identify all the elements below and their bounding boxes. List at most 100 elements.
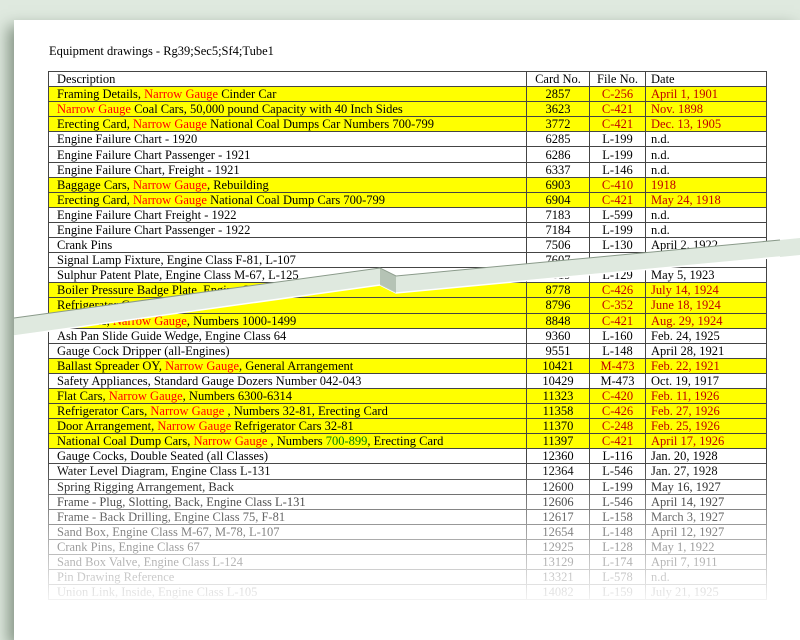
cell-card-no: 6286 bbox=[526, 146, 590, 163]
description-segment: Refrigerator Cars 32-81 bbox=[231, 419, 354, 434]
description-segment: Safety Appliances, Standard Gauge Dozers… bbox=[57, 373, 362, 388]
cell-file-no: M-473 bbox=[589, 357, 646, 374]
description-segment: Coal Cars, 50,000 pound Capacity with 40… bbox=[130, 102, 403, 117]
cell-card-no: 12617 bbox=[526, 508, 590, 525]
cell-card-no: 12360 bbox=[526, 448, 590, 465]
cell-card-no: 13129 bbox=[526, 553, 590, 571]
cell-card-no: 6285 bbox=[526, 131, 590, 148]
table-row: Sand Box, Engine Class M-67, M-78, L-107… bbox=[48, 523, 767, 540]
description-segment: , Numbers 32-81, Erecting Card bbox=[224, 404, 388, 419]
description-segment: , Numbers bbox=[267, 434, 326, 449]
cell-file-no: C-420 bbox=[589, 387, 646, 405]
cell-description: Erecting Card, Narrow Gauge National Coa… bbox=[48, 116, 527, 133]
description-segment: Framing Details, bbox=[57, 87, 145, 102]
table-row: Pin Drawing Reference 13321 L-578 n.d. bbox=[48, 569, 767, 586]
cell-card-no: 6903 bbox=[526, 176, 590, 193]
cell-description: Boiler Pressure Badge Plate, Engine Clas… bbox=[48, 282, 527, 299]
description-segment: Ballast Spreader OY, bbox=[57, 358, 166, 373]
description-segment: Engine Failure Chart Passenger - 1922 bbox=[57, 222, 251, 237]
description-segment: Refrigerator Cars, bbox=[57, 404, 151, 419]
cell-file-no: C-248 bbox=[589, 418, 646, 435]
cell-description: Ash Pan Slide Guide Wedge, Engine Class … bbox=[48, 327, 527, 344]
cell-file-no: L-160 bbox=[589, 327, 646, 344]
table-row: Ballast Spreader OY, Narrow Gauge, Gener… bbox=[48, 357, 767, 374]
description-segment: Narrow Gauge bbox=[133, 177, 207, 192]
cell-date: 1918 bbox=[645, 176, 767, 193]
description-segment: Coal Cars, bbox=[57, 313, 113, 328]
description-segment: Gauge Cock Dripper (all-Engines) bbox=[57, 343, 230, 358]
cell-card-no: 8848 bbox=[526, 312, 590, 329]
cell-file-no: L-174 bbox=[589, 553, 646, 571]
description-segment: Frame - Plug, Slotting, Back, Engine Cla… bbox=[57, 494, 306, 509]
description-segment: Signal Lamp Fixture, Engine Class F-81, … bbox=[57, 253, 296, 268]
description-segment: Engine Failure Chart - 1920 bbox=[57, 132, 198, 147]
table-row: Engine Failure Chart, Freight - 1921 6337… bbox=[48, 161, 767, 178]
cell-description: Frame - Plug, Slotting, Back, Engine Cla… bbox=[48, 493, 527, 510]
cell-description: Frame - Back Drilling, Engine Class 75, … bbox=[48, 508, 527, 525]
description-segment: Crank Pins, Engine Class 67 bbox=[57, 539, 200, 554]
description-segment: Engine Failure Chart, Freight - 1921 bbox=[57, 162, 240, 177]
description-segment: Narrow Gauge bbox=[57, 102, 131, 117]
header-description: Description bbox=[48, 70, 527, 88]
cell-file-no: C-421 bbox=[589, 312, 646, 329]
cell-date: Feb. 11, 1926 bbox=[645, 387, 767, 405]
description-segment: Narrow Gauge bbox=[157, 419, 232, 434]
cell-date: April 14, 1927 bbox=[645, 493, 767, 510]
cell-card-no: 12925 bbox=[526, 538, 590, 556]
cell-description: Engine Failure Chart - 1920 bbox=[48, 131, 527, 148]
description-segment: Narrow Gauge bbox=[193, 434, 268, 449]
cell-file-no: C-352 bbox=[589, 297, 646, 314]
table-row: Flat Cars, Narrow Gauge, Numbers 6300-63… bbox=[48, 387, 767, 405]
description-segment: Sand Box, Engine Class M-67, M-78, L-107 bbox=[57, 524, 280, 539]
cell-description: Sand Box, Engine Class M-67, M-78, L-107 bbox=[48, 523, 527, 540]
cell-date: Feb. 27, 1926 bbox=[645, 403, 767, 420]
cell-date: April 1, 1901 bbox=[645, 86, 767, 103]
cell-file-no: L-199 bbox=[589, 221, 646, 239]
cell-date: Jan. 20, 1928 bbox=[645, 448, 767, 465]
cell-card-no: 6904 bbox=[526, 191, 590, 208]
description-segment: Boiler Pressure Badge Plate, Engine Clas… bbox=[57, 283, 269, 298]
description-segment: Engine Failure Chart Freight - 1922 bbox=[57, 207, 237, 222]
description-segment: Refrigerator Cars 150-161 bbox=[57, 298, 189, 313]
table-row: Frame - Plug, Slotting, Back, Engine Cla… bbox=[48, 493, 767, 510]
cell-date: March 3, 1927 bbox=[645, 508, 767, 525]
header-file-no: File No. bbox=[589, 70, 646, 88]
description-segment: Spring Rigging Arrangement, Back bbox=[57, 479, 235, 494]
description-segment: Sand Box Valve, Engine Class L-124 bbox=[57, 555, 243, 570]
description-segment: Door Arrangement, bbox=[57, 419, 158, 434]
table-row: Water Level Diagram, Engine Class L-131 1… bbox=[48, 463, 767, 480]
cell-card-no: 7607 bbox=[526, 252, 590, 269]
description-segment: Crank Pins bbox=[57, 238, 113, 253]
description-segment: , Numbers 6300-6314 bbox=[182, 389, 293, 404]
cell-card-no: 10421 bbox=[526, 357, 590, 374]
cell-date: May 16, 1927 bbox=[645, 478, 767, 495]
cell-card-no: 14082 bbox=[526, 584, 590, 601]
cell-date: Feb. 24, 1925 bbox=[645, 327, 767, 344]
cell-card-no: 12600 bbox=[526, 478, 590, 495]
cell-description: Coal Cars, Narrow Gauge, Numbers 1000-14… bbox=[48, 312, 527, 329]
table-row: Engine Failure Chart Passenger - 1921 628… bbox=[48, 146, 767, 163]
cell-file-no: L-116 bbox=[589, 448, 646, 465]
description-segment: Flat Cars, bbox=[57, 389, 109, 404]
cell-description: Gauge Cock Dripper (all-Engines) bbox=[48, 342, 527, 359]
cell-date: April 7, 1911 bbox=[645, 553, 767, 571]
cell-description: Spring Rigging Arrangement, Back bbox=[48, 478, 527, 495]
cell-description: Engine Failure Chart, Freight - 1921 bbox=[48, 161, 527, 178]
cell-file-no: C-421 bbox=[589, 433, 646, 450]
description-segment: National Coal Dump Cars 700-799 bbox=[206, 192, 386, 207]
description-segment: Narrow Gauge bbox=[133, 117, 207, 132]
table-row: Framing Details, Narrow Gauge Cinder Car… bbox=[48, 86, 767, 103]
cell-card-no: 8778 bbox=[526, 282, 590, 299]
cell-file-no: L-146 bbox=[589, 161, 646, 178]
cell-description: Ballast Spreader OY, Narrow Gauge, Gener… bbox=[48, 357, 527, 374]
table-row: Ash Pan Slide Guide Wedge, Engine Class … bbox=[48, 327, 767, 344]
header-card-no: Card No. bbox=[526, 70, 590, 88]
cell-date: Feb. 22, 1921 bbox=[645, 357, 767, 374]
equipment-table: Description Card No. File No. Date Frami… bbox=[48, 70, 767, 601]
table-row: Safety Appliances, Standard Gauge Dozers… bbox=[48, 372, 767, 389]
description-segment: , General Arrangement bbox=[239, 358, 354, 373]
cell-file-no: C-426 bbox=[589, 282, 646, 299]
cell-description: Refrigerator Cars, Narrow Gauge , Number… bbox=[48, 403, 527, 420]
cell-date: Dec. 13, 1905 bbox=[645, 116, 767, 133]
cell-description: Engine Failure Chart Passenger - 1922 bbox=[48, 221, 527, 239]
